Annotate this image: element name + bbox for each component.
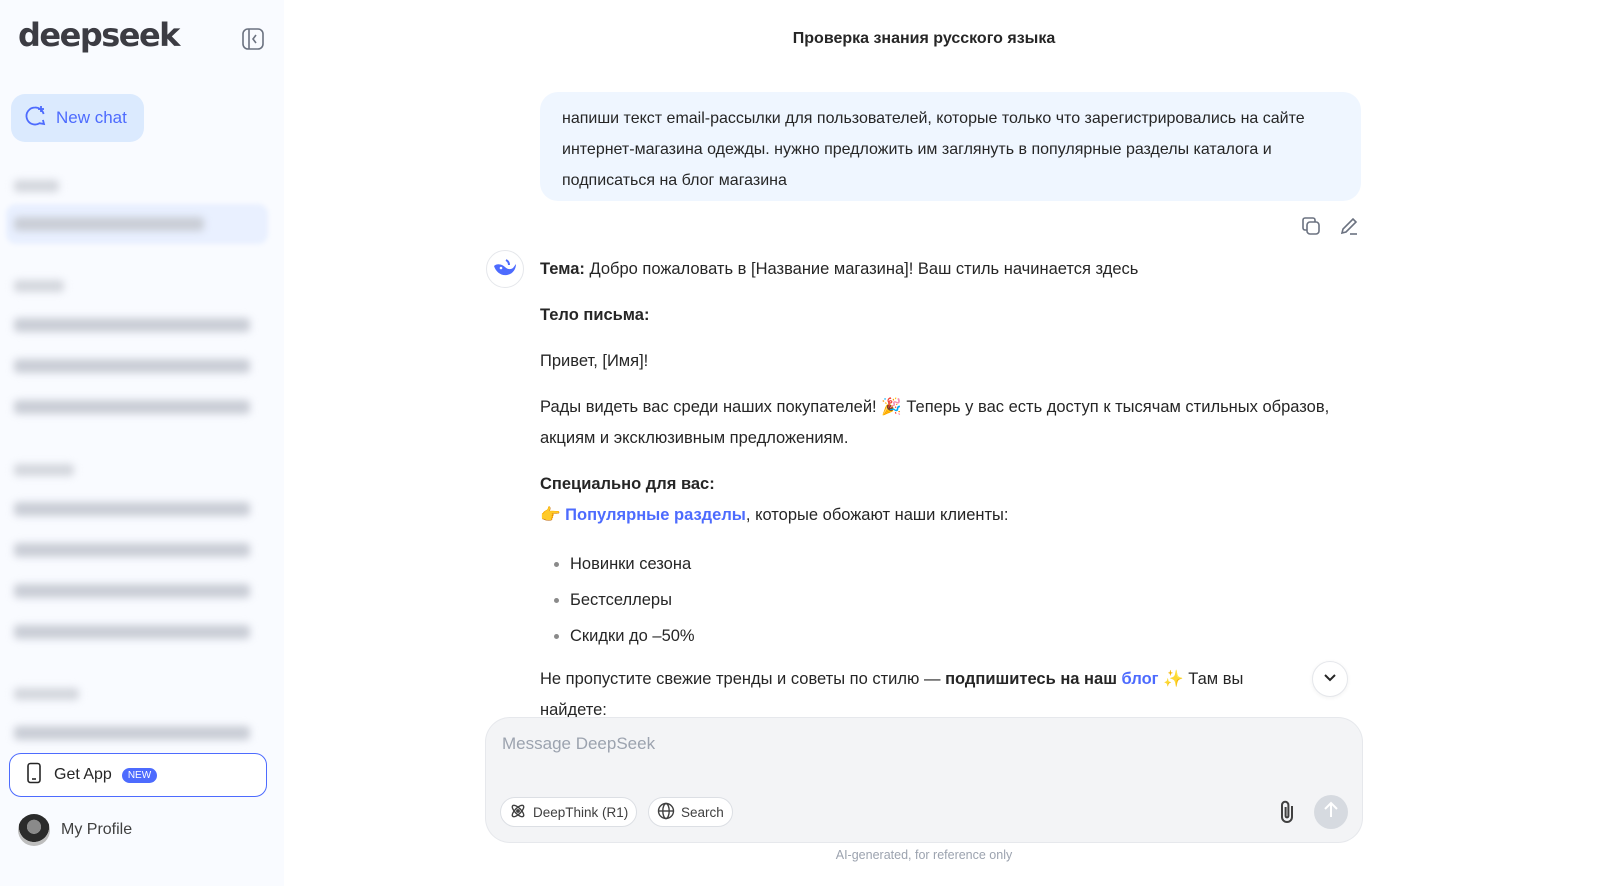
list-item: Бестселлеры: [554, 582, 695, 618]
tail-bold: подпишитесь на наш: [945, 670, 1122, 688]
avatar: [18, 814, 50, 846]
message-actions: [1300, 215, 1360, 237]
history-item[interactable]: [14, 217, 204, 231]
answer-tail: Не пропустите свежие тренды и советы по …: [540, 664, 1310, 726]
history-group-label: [14, 464, 74, 476]
edit-icon[interactable]: [1338, 215, 1360, 237]
send-button[interactable]: [1314, 795, 1348, 829]
list-item: Скидки до –50%: [554, 618, 695, 654]
phone-icon: [26, 762, 42, 789]
history-group-label: [14, 280, 64, 292]
topic-text: Добро пожаловать в [Название магазина]! …: [584, 260, 1139, 278]
party-emoji: 🎉: [881, 398, 902, 416]
get-app-button[interactable]: Get App NEW: [9, 753, 267, 797]
history-item[interactable]: [14, 400, 250, 414]
tail-text-1: Не пропустите свежие тренды и советы по …: [540, 670, 946, 688]
globe-icon: [657, 802, 675, 823]
history-group-label: [14, 180, 59, 192]
new-chat-button[interactable]: New chat: [11, 94, 144, 142]
disclaimer: AI-generated, for reference only: [835, 848, 1013, 862]
answer-topic: Тема: Добро пожаловать в [Название магаз…: [540, 254, 1138, 285]
sparkles-emoji: ✨: [1158, 670, 1184, 688]
collapse-sidebar-icon[interactable]: [240, 26, 266, 52]
answer-greeting: Привет, [Имя]!: [540, 352, 649, 370]
new-chat-label: New chat: [56, 108, 127, 127]
paperclip-icon[interactable]: [1274, 798, 1302, 826]
answer-special: Специально для вас: 👉 Популярные разделы…: [540, 469, 1330, 531]
deepthink-toggle[interactable]: DeepThink (R1): [500, 797, 638, 827]
topic-label: Тема:: [540, 260, 585, 278]
answer-body-heading: Тело письма:: [540, 300, 649, 331]
scroll-to-bottom-button[interactable]: [1312, 661, 1348, 697]
bullet-list: Новинки сезона Бестселлеры Скидки до –50…: [554, 546, 695, 654]
blog-link[interactable]: блог: [1122, 670, 1159, 688]
chat-title: Проверка знания русского языка: [792, 30, 1056, 47]
special-text: , которые обожают наши клиенты:: [745, 506, 1009, 524]
user-message: напиши текст email-рассылки для пользова…: [540, 92, 1361, 201]
history-item[interactable]: [14, 726, 250, 740]
history-item[interactable]: [14, 584, 250, 598]
search-label: Search: [681, 804, 724, 820]
popular-sections-link[interactable]: Популярные разделы: [565, 506, 746, 524]
history-item[interactable]: [14, 502, 250, 516]
glad-text-1: Рады видеть вас среди наших покупателей!: [540, 398, 882, 416]
deepthink-label: DeepThink (R1): [533, 804, 629, 820]
history-item[interactable]: [14, 543, 250, 557]
arrow-up-icon: [1323, 801, 1339, 824]
chevron-down-icon: [1322, 669, 1338, 690]
body-label: Тело письма:: [540, 306, 650, 324]
special-label: Специально для вас:: [540, 475, 715, 493]
message-composer: DeepThink (R1) Search: [486, 718, 1362, 842]
logo: deepseek: [18, 16, 180, 54]
answer-paragraph: Рады видеть вас среди наших покупателей!…: [540, 392, 1330, 454]
history-item[interactable]: [14, 625, 250, 639]
whale-icon: [492, 256, 518, 283]
profile-label: My Profile: [61, 821, 133, 838]
message-input[interactable]: [502, 734, 1342, 754]
history-item[interactable]: [14, 359, 250, 373]
pointing-emoji: 👉: [540, 506, 561, 524]
history-item[interactable]: [14, 318, 250, 332]
assistant-avatar: [486, 250, 524, 288]
sidebar: deepseek New chat Get App NEW My Profile: [0, 0, 284, 886]
get-app-label: Get App: [54, 766, 112, 783]
copy-icon[interactable]: [1300, 215, 1322, 237]
profile-button[interactable]: My Profile: [18, 814, 132, 846]
history-group-label: [14, 688, 79, 700]
search-toggle[interactable]: Search: [648, 797, 733, 827]
list-item: Новинки сезона: [554, 546, 695, 582]
atom-icon: [509, 802, 527, 823]
new-chat-icon: [23, 104, 47, 133]
new-badge: NEW: [121, 767, 158, 783]
